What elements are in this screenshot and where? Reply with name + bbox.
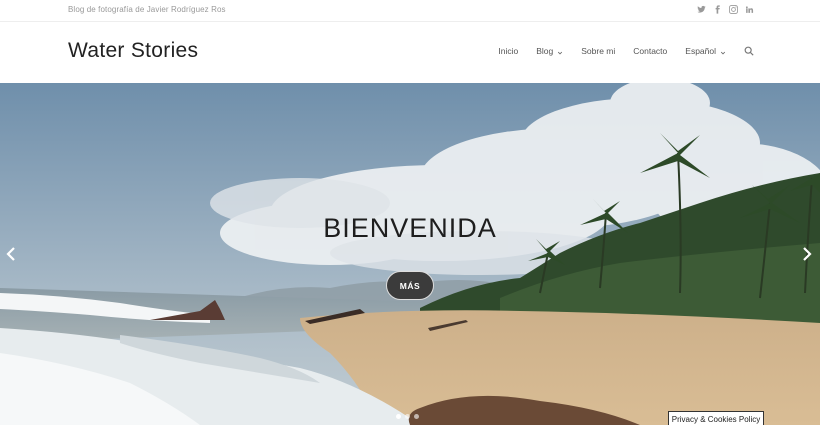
hero-title: BIENVENIDA	[323, 213, 497, 243]
privacy-cookies-policy-button[interactable]: Privacy & Cookies Policy	[668, 411, 764, 425]
hero-slider: BIENVENIDA MÁS	[0, 83, 820, 425]
more-button[interactable]: MÁS	[386, 271, 434, 300]
nav-item-language[interactable]: Español	[685, 46, 726, 56]
chevron-down-icon	[557, 48, 563, 55]
nav-label-home: Inicio	[498, 46, 519, 56]
slider-dot-2[interactable]	[405, 414, 410, 419]
hero-background-image	[0, 83, 820, 425]
slider-pagination	[396, 414, 419, 419]
nav-label-about: Sobre mi	[581, 46, 616, 56]
top-bar: Blog de fotografía de Javier Rodríguez R…	[0, 0, 820, 22]
nav-label-language: Español	[685, 46, 716, 56]
nav-item-blog[interactable]: Blog	[536, 46, 563, 56]
facebook-icon[interactable]	[713, 4, 722, 15]
search-icon[interactable]	[744, 46, 754, 56]
nav-label-contact: Contacto	[633, 46, 668, 56]
site-tagline: Blog de fotografía de Javier Rodríguez R…	[68, 5, 226, 14]
nav-item-home[interactable]: Inicio	[498, 46, 518, 56]
instagram-icon[interactable]	[729, 4, 738, 15]
nav-label-blog: Blog	[536, 46, 554, 56]
site-logo[interactable]: Water Stories	[68, 39, 198, 63]
site-header: Water Stories Inicio Blog Sobre mi Conta…	[0, 22, 820, 83]
nav-item-about[interactable]: Sobre mi	[581, 46, 615, 56]
next-slide-arrow-icon[interactable]	[800, 246, 814, 262]
slider-dot-1[interactable]	[396, 414, 401, 419]
social-links	[697, 4, 754, 15]
nav-item-contact[interactable]: Contacto	[633, 46, 667, 56]
main-nav: Inicio Blog Sobre mi Contacto Español	[498, 46, 754, 56]
slider-dot-3[interactable]	[414, 414, 419, 419]
linkedin-icon[interactable]	[745, 4, 754, 15]
chevron-down-icon	[720, 48, 726, 55]
previous-slide-arrow-icon[interactable]	[4, 246, 18, 262]
twitter-icon[interactable]	[697, 4, 706, 15]
